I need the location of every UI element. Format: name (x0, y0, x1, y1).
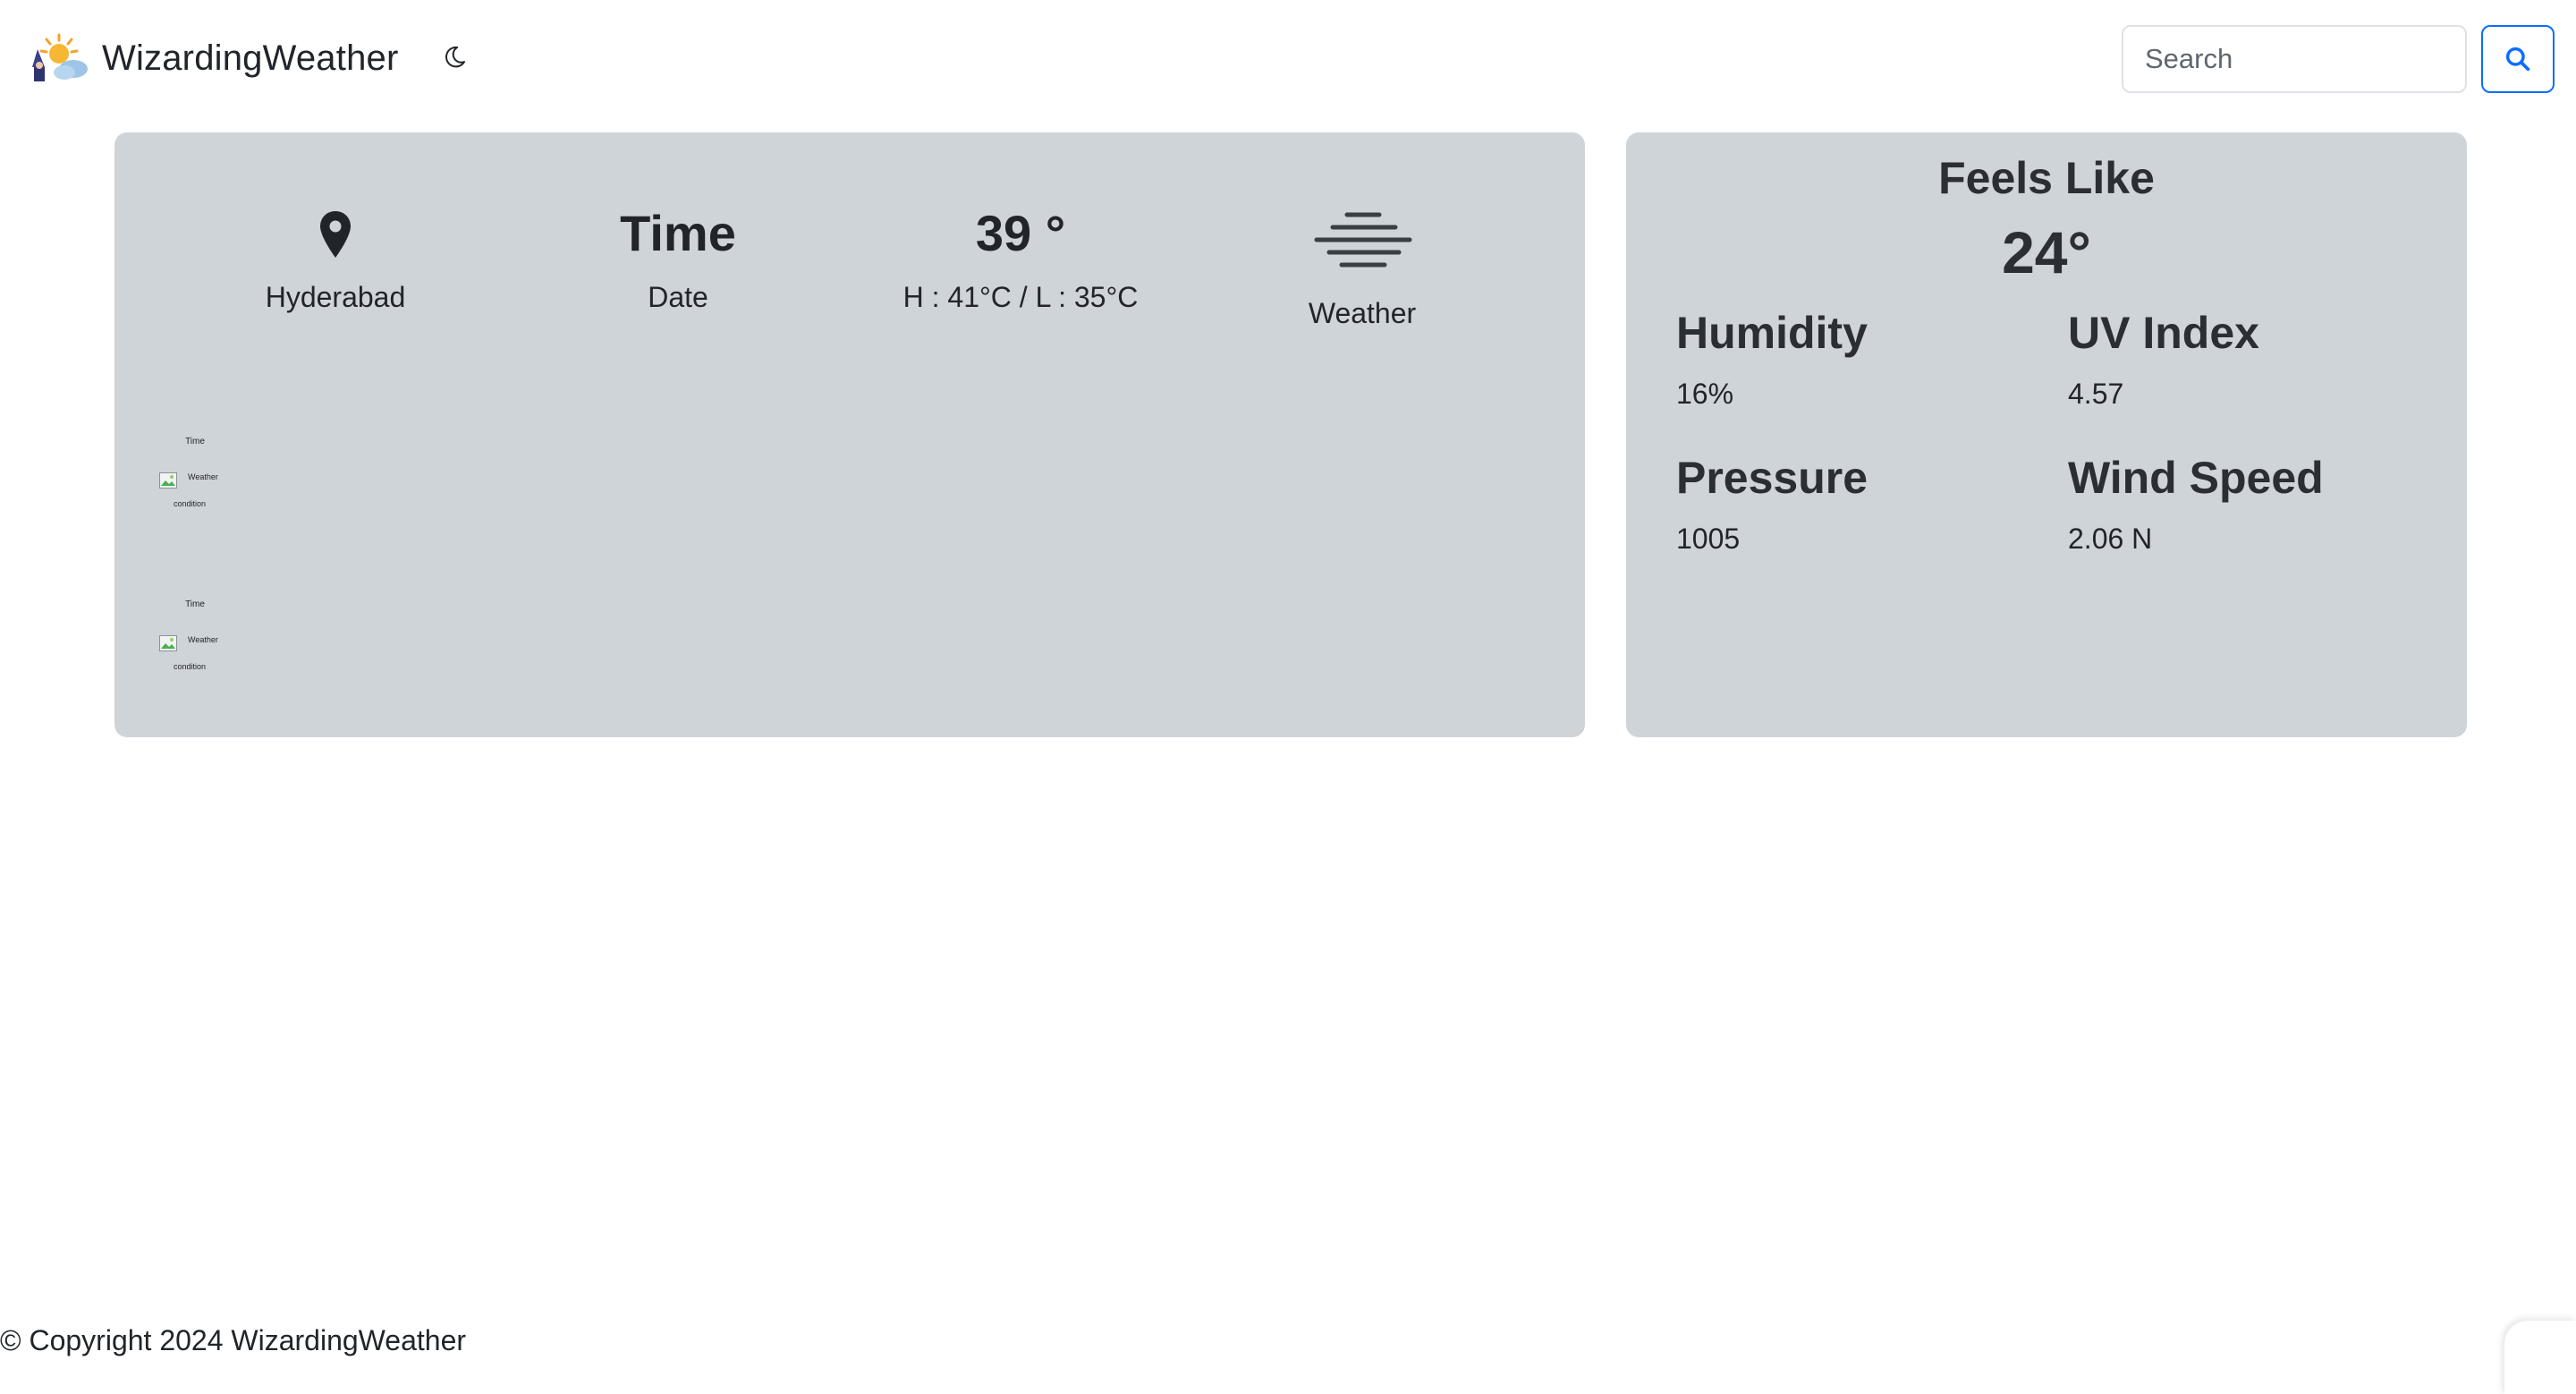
pressure-label: Pressure (1676, 453, 1868, 503)
high-low-temperature: H : 41°C / L : 35°C (902, 281, 1139, 313)
wind-speed-stat: Wind Speed 2.06 N (2068, 451, 2444, 556)
current-date: Date (648, 281, 708, 313)
pressure-value: 1005 (1676, 523, 1741, 555)
brand-name: WizardingWeather (102, 38, 399, 78)
theme-toggle-button[interactable] (436, 39, 472, 75)
wind-speed-label: Wind Speed (2068, 453, 2324, 503)
search-button[interactable] (2481, 25, 2555, 93)
weather-condition: Weather (1308, 297, 1417, 329)
feels-like-value: 24° (2002, 219, 2091, 285)
feels-like-label: Feels Like (1938, 153, 2155, 203)
search-icon (2505, 47, 2530, 72)
hourly-image-alt: Weather (188, 472, 218, 481)
humidity-stat: Humidity 16% (1676, 306, 2052, 411)
hourly-image-alt: condition (174, 662, 207, 671)
fog-icon (1314, 212, 1412, 268)
wizard-sun-cloud-logo-icon (32, 33, 88, 81)
hourly-forecast-item: Time Weather condition (159, 599, 231, 671)
brand-link[interactable]: WizardingWeather (29, 27, 398, 89)
broken-image-icon (159, 472, 177, 489)
pressure-stat: Pressure 1005 (1676, 451, 2052, 556)
uv-index-stat: UV Index 4.57 (2068, 306, 2444, 411)
uv-index-value: 4.57 (2068, 378, 2124, 410)
broken-image-icon (159, 635, 177, 651)
humidity-label: Humidity (1676, 308, 1868, 358)
moon-icon (445, 46, 465, 68)
search-input[interactable] (2122, 25, 2467, 93)
wind-speed-value: 2.06 N (2068, 523, 2153, 555)
hourly-weather-image: Weather condition (159, 635, 231, 671)
hourly-time: Time (185, 599, 205, 609)
current-time: Time (620, 205, 736, 261)
map-pin-icon (320, 211, 351, 258)
uv-index-label: UV Index (2068, 308, 2259, 358)
hourly-image-alt: Weather (188, 635, 218, 644)
weather-details-card: Feels Like 24° Humidity 16% UV Index 4.5… (1626, 132, 2467, 737)
hourly-forecast-item: Time Weather condition (159, 437, 231, 508)
hourly-image-alt: condition (174, 499, 207, 508)
footer-copyright: © Copyright 2024 WizardingWeather (0, 1324, 467, 1356)
page: WizardingWeather Hyderabad Time Dat (0, 0, 2576, 1394)
current-temperature: 39 ° (975, 205, 1066, 261)
current-weather-card: Hyderabad Time Date 39 ° H : 41°C / L : … (114, 132, 1585, 737)
city-name: Hyderabad (265, 281, 406, 313)
humidity-value: 16% (1676, 378, 1734, 410)
hourly-weather-image: Weather condition (159, 472, 231, 508)
navbar: WizardingWeather (0, 0, 2576, 118)
hourly-time: Time (185, 437, 205, 446)
corner-widget[interactable] (2504, 1321, 2576, 1394)
